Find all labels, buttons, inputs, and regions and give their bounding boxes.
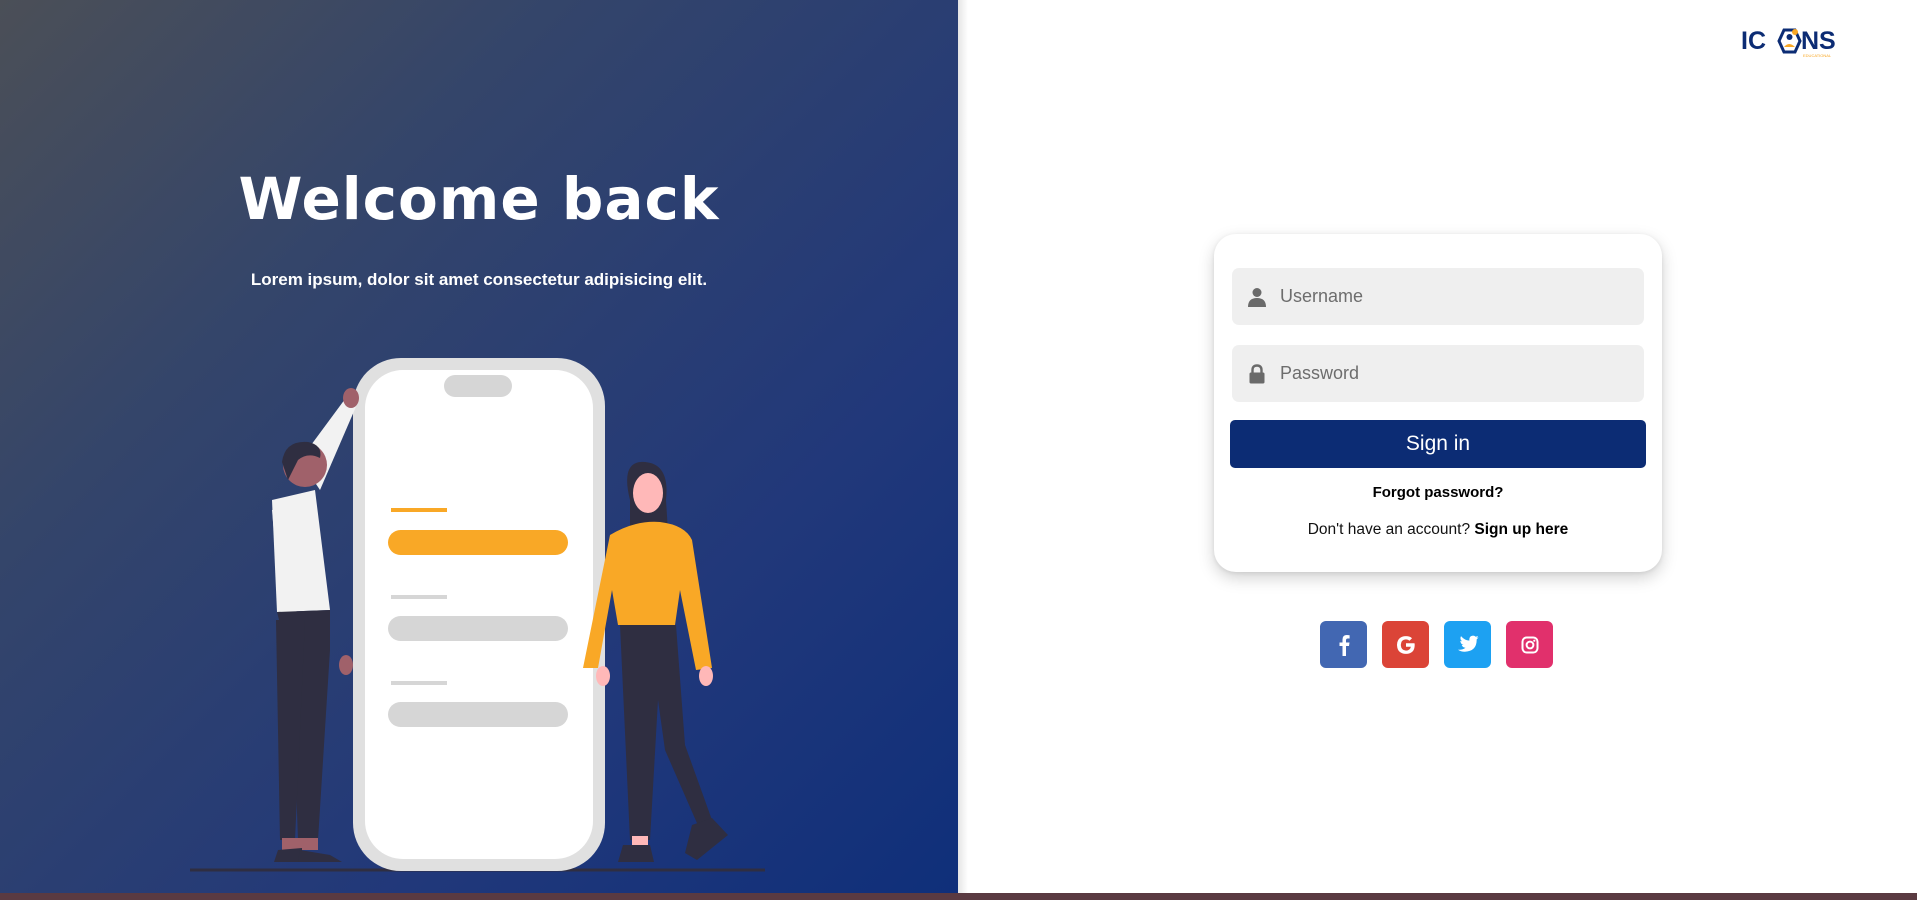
username-field[interactable]	[1232, 267, 1644, 326]
login-illustration	[190, 358, 765, 872]
hexagon-person-icon: IC NS EDUCATIONAL	[1741, 27, 1836, 58]
sign-in-button[interactable]: Sign in	[1230, 420, 1646, 468]
taskbar-strip	[0, 893, 1917, 900]
logo-tagline: EDUCATIONAL	[1803, 53, 1832, 58]
screen-label-line	[391, 595, 447, 599]
twitter-icon	[1457, 635, 1478, 652]
screen-input	[388, 616, 568, 641]
man-figure	[272, 388, 359, 862]
svg-text:IC: IC	[1741, 27, 1766, 55]
no-account-text: Don't have an account?	[1307, 521, 1471, 538]
username-input[interactable]	[1278, 267, 1644, 326]
screen-accent-line	[391, 508, 447, 512]
svg-text:NS: NS	[1801, 27, 1836, 55]
facebook-button[interactable]	[1320, 621, 1367, 668]
user-icon	[1246, 286, 1268, 308]
facebook-icon	[1339, 634, 1350, 656]
screen-label-line-2	[391, 681, 447, 685]
instagram-icon	[1521, 636, 1538, 653]
screen-input-highlighted	[388, 530, 568, 555]
welcome-subtitle: Lorem ipsum, dolor sit amet consectetur …	[250, 270, 708, 289]
google-icon	[1396, 635, 1415, 654]
welcome-panel: Welcome back Lorem ipsum, dolor sit amet…	[0, 0, 958, 893]
password-field[interactable]	[1232, 344, 1644, 403]
phone-screen	[365, 370, 593, 859]
screen-input-2	[388, 702, 568, 727]
password-input[interactable]	[1278, 344, 1644, 403]
signup-prompt: Don't have an account? Sign up here	[1214, 521, 1662, 539]
instagram-button[interactable]	[1506, 621, 1553, 668]
forgot-password-link[interactable]: Forgot password?	[1214, 484, 1662, 501]
sign-up-link[interactable]: Sign up here	[1474, 521, 1568, 538]
twitter-button[interactable]	[1444, 621, 1491, 668]
panel-divider	[958, 0, 968, 893]
login-card: Sign in Forgot password? Don't have an a…	[1214, 234, 1662, 572]
lock-icon	[1246, 363, 1268, 385]
social-login-row	[1320, 621, 1553, 668]
icons-logo: IC NS EDUCATIONAL	[1741, 26, 1837, 58]
welcome-title: Welcome back	[238, 165, 720, 233]
phone-notch	[444, 375, 512, 397]
google-button[interactable]	[1382, 621, 1429, 668]
